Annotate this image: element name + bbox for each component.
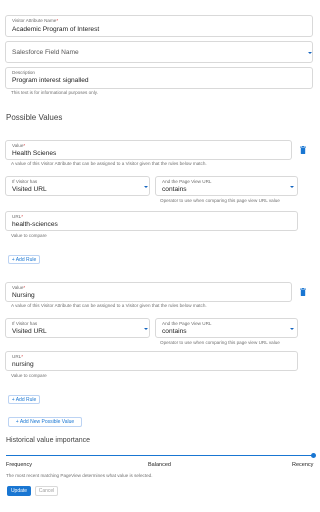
url-input[interactable]: nursing [12, 361, 34, 368]
url-helper: Value to compare [11, 373, 47, 378]
possible-values-title: Possible Values [6, 113, 63, 122]
operator-value: contains [162, 328, 187, 335]
field-label: Value* [12, 143, 26, 148]
add-rule-button[interactable]: + Add Rule [8, 395, 40, 404]
page-view-url-operator-select[interactable]: And the Page View URL contains [155, 318, 298, 338]
historical-title: Historical value importance [6, 437, 91, 444]
visitor-attribute-name-field[interactable]: Visitor Attribute Name* Academic Program… [5, 15, 313, 37]
operator-value: contains [162, 186, 187, 193]
field-label: And the Page View URL [162, 321, 212, 326]
description-field[interactable]: Description Program interest signalled [5, 67, 313, 89]
chevron-down-icon [308, 52, 312, 54]
salesforce-field-placeholder: Salesforce Field Name [12, 49, 79, 56]
possible-value-field[interactable]: Value* Health Scienes [5, 140, 292, 160]
importance-slider-thumb[interactable] [311, 453, 316, 458]
slider-label-balanced: Balanced [148, 462, 171, 468]
slider-label-frequency: Frequency [6, 462, 32, 468]
url-helper: Value to compare [11, 233, 47, 238]
operator-helper: Operator to use when comparing this page… [160, 340, 280, 345]
possible-value-input[interactable]: Health Scienes [12, 150, 56, 157]
chevron-down-icon [290, 328, 294, 330]
update-button[interactable]: Update [7, 486, 31, 496]
add-rule-button[interactable]: + Add Rule [8, 255, 40, 264]
trash-icon[interactable] [300, 288, 306, 296]
salesforce-field-select[interactable]: Salesforce Field Name [5, 41, 313, 63]
chevron-down-icon [290, 186, 294, 188]
field-label: Value* [12, 285, 26, 290]
if-visitor-has-value: Visited URL [12, 186, 47, 193]
field-label: And the Page View URL [162, 179, 212, 184]
slider-label-recency: Recency [292, 462, 314, 468]
field-label: Description [12, 70, 35, 75]
field-label: If Visitor has [12, 321, 38, 326]
if-visitor-has-select[interactable]: If Visitor has Visited URL [5, 176, 150, 196]
field-label: Visitor Attribute Name* [12, 18, 59, 23]
chevron-down-icon [144, 186, 148, 188]
visitor-attribute-name-value[interactable]: Academic Program of Interest [12, 26, 99, 33]
field-label: URL* [12, 214, 23, 219]
description-value[interactable]: Program interest signalled [12, 77, 89, 84]
url-field[interactable]: URL* nursing [5, 351, 298, 371]
trash-icon[interactable] [300, 146, 306, 154]
url-field[interactable]: URL* health-sciences [5, 211, 298, 231]
field-label: URL* [12, 354, 23, 359]
historical-helper: The most recent matching PageView determ… [6, 473, 153, 478]
possible-value-helper: A value of this Visitor Attribute that c… [11, 303, 207, 308]
page-view-url-operator-select[interactable]: And the Page View URL contains [155, 176, 298, 196]
field-label: If Visitor has [12, 179, 38, 184]
possible-value-field[interactable]: Value* Nursing [5, 282, 292, 302]
if-visitor-has-value: Visited URL [12, 328, 47, 335]
possible-value-input[interactable]: Nursing [12, 292, 35, 299]
chevron-down-icon [144, 328, 148, 330]
operator-helper: Operator to use when comparing this page… [160, 198, 280, 203]
add-possible-value-button[interactable]: + Add New Possible Value [8, 417, 82, 427]
possible-value-helper: A value of this Visitor Attribute that c… [11, 161, 207, 166]
importance-slider-track[interactable] [6, 455, 313, 456]
url-input[interactable]: health-sciences [12, 221, 58, 228]
description-helper: This text is for informational purposes … [11, 90, 98, 95]
cancel-button[interactable]: Cancel [35, 486, 58, 496]
if-visitor-has-select[interactable]: If Visitor has Visited URL [5, 318, 150, 338]
